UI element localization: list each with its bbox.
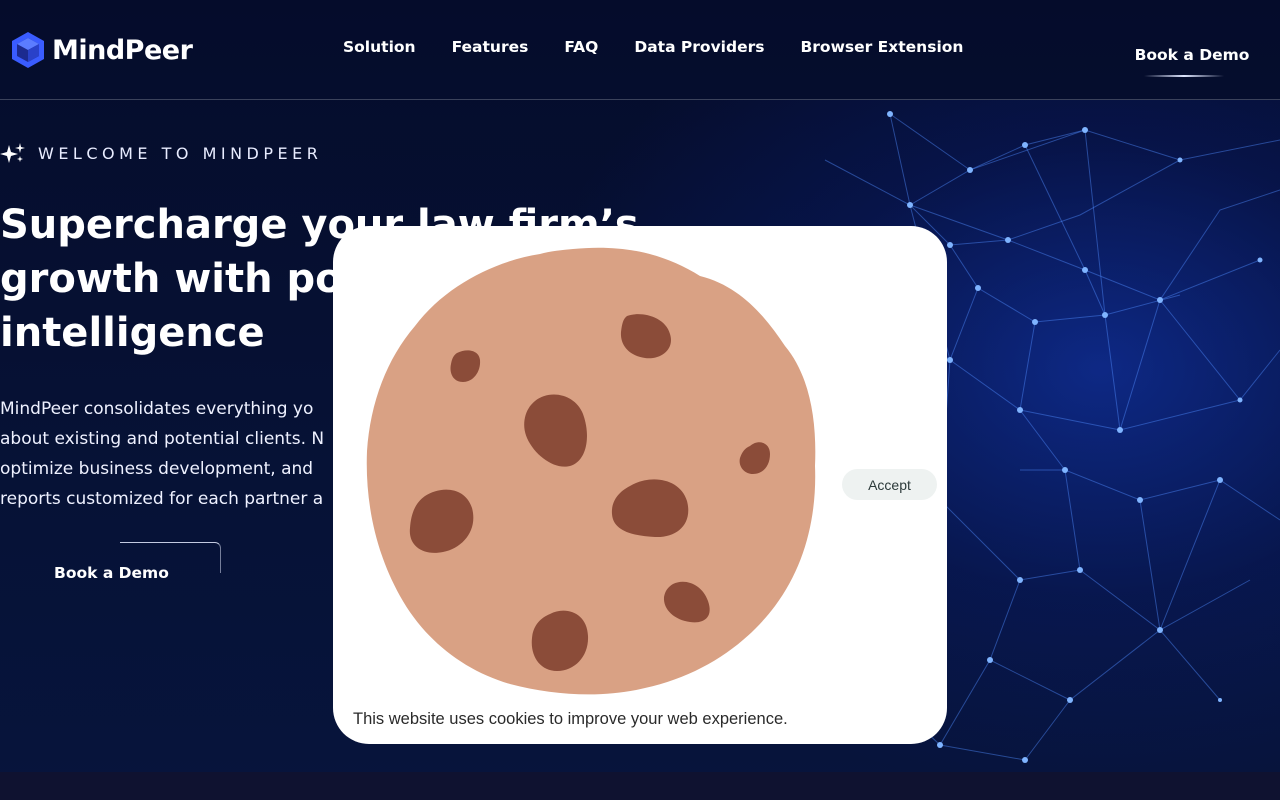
headline-line: growth with po bbox=[0, 256, 343, 302]
description-line: optimize business development, and bbox=[0, 459, 314, 479]
sparkle-icon bbox=[0, 143, 25, 163]
hexagon-cube-logo-icon bbox=[12, 32, 44, 68]
description-line: reports customized for each partner a bbox=[0, 489, 324, 509]
nav-item-data-providers[interactable]: Data Providers bbox=[634, 38, 764, 56]
cookie-consent-modal: Accept This website uses cookies to impr… bbox=[333, 226, 947, 744]
next-section-edge bbox=[0, 772, 1280, 800]
nav-item-features[interactable]: Features bbox=[452, 38, 529, 56]
site-header: MindPeer Solution Features FAQ Data Prov… bbox=[0, 0, 1280, 100]
chocolate-chip-cookie-icon bbox=[366, 247, 816, 695]
eyebrow-text: WELCOME TO MINDPEER bbox=[38, 143, 323, 163]
hero-book-demo-button[interactable]: Book a Demo bbox=[0, 542, 221, 608]
description-line: about existing and potential clients. N bbox=[0, 429, 325, 449]
nav-item-faq[interactable]: FAQ bbox=[564, 38, 598, 56]
brand-logo[interactable]: MindPeer bbox=[10, 30, 193, 70]
nav-item-solution[interactable]: Solution bbox=[343, 38, 416, 56]
header-book-demo-button[interactable]: Book a Demo bbox=[1112, 34, 1272, 77]
hero-eyebrow: WELCOME TO MINDPEER bbox=[0, 141, 322, 165]
accept-cookies-button[interactable]: Accept bbox=[842, 469, 937, 500]
cookie-message: This website uses cookies to improve you… bbox=[353, 710, 788, 728]
nav-item-browser-extension[interactable]: Browser Extension bbox=[800, 38, 963, 56]
landing-page: MindPeer Solution Features FAQ Data Prov… bbox=[0, 0, 1280, 800]
description-line: MindPeer consolidates everything yo bbox=[0, 399, 314, 419]
brand-name: MindPeer bbox=[52, 34, 193, 66]
headline-line: intelligence bbox=[0, 310, 265, 356]
hero-cta-label: Book a Demo bbox=[54, 564, 169, 582]
main-nav: Solution Features FAQ Data Providers Bro… bbox=[343, 38, 963, 56]
hero-description: MindPeer consolidates everything yo abou… bbox=[0, 394, 345, 514]
